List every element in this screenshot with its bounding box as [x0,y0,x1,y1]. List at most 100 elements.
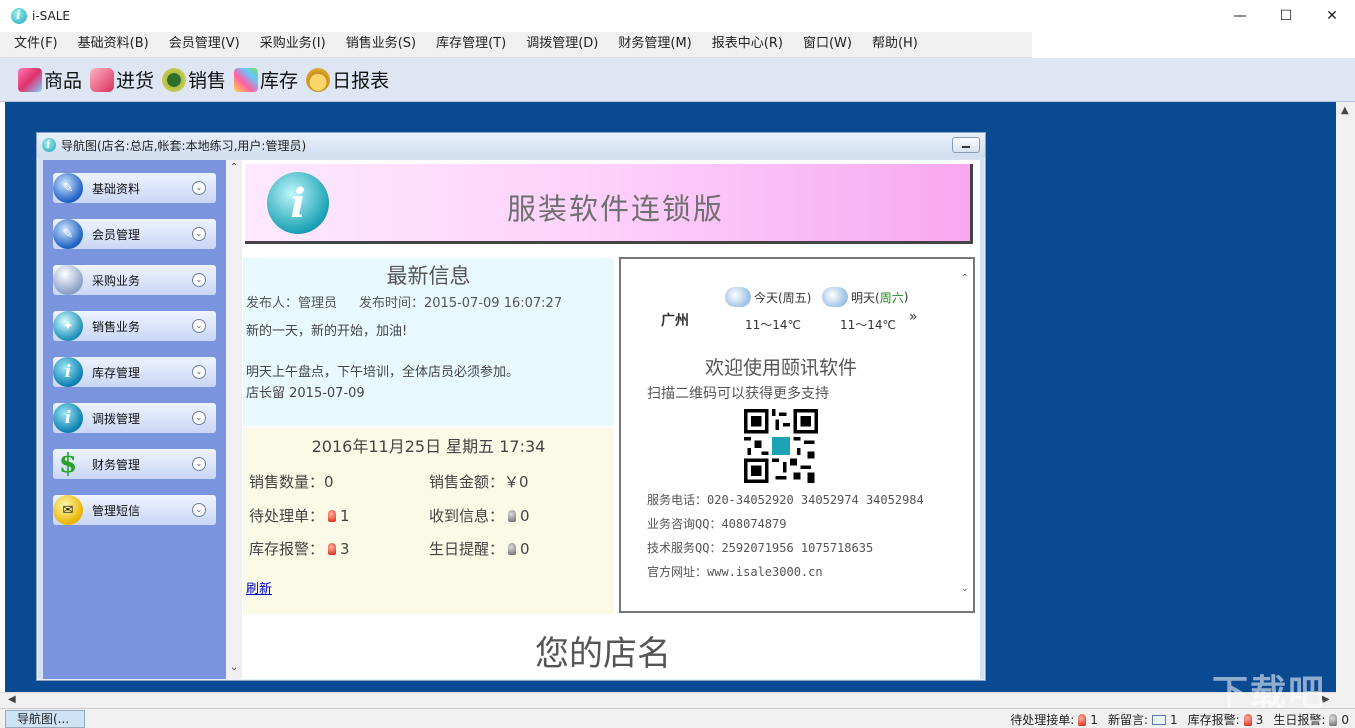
sidebar-item-label: 采购业务 [92,273,141,288]
scroll-up-arrow-icon[interactable]: ⌃ [230,162,238,173]
news-line: 明天上午盘点，下午培训，全体店员必须参加。 [246,365,520,380]
sale-tag-icon [162,67,187,92]
news-publisher: 发布人：管理员 [246,296,338,311]
gray-bulb-icon [1329,713,1338,726]
official-website[interactable]: 官方网址：www.isale3000.cn [647,563,823,580]
chevron-down-icon[interactable]: ⌄ [192,227,206,241]
rain-cloud-icon [822,287,848,307]
news-signature: 店长留 2015-07-09 [246,386,365,401]
content-vertical-scrollbar[interactable]: ⌃ ⌄ [226,160,242,679]
status-stock-alarm[interactable]: 库存报警: 3 [1188,711,1264,728]
pending-orders-label: 待处理单： [249,507,325,525]
menu-sales[interactable]: 销售业务(S) [336,31,426,57]
weather-tomorrow: 明天(周六) [822,287,908,307]
menu-purchase[interactable]: 采购业务(I) [250,31,336,57]
refresh-link[interactable]: 刷新 [246,578,272,597]
menu-member[interactable]: 会员管理(V) [159,31,250,57]
compass-icon: ✦ [53,311,83,341]
stock-alarm[interactable]: 库存报警： 3 [249,538,350,559]
chevron-down-icon[interactable]: ⌄ [192,457,206,471]
business-qq: 业务咨询QQ：408074879 [647,517,787,531]
task-tab-navigation[interactable]: 导航图(... [5,710,85,728]
status-pending-orders[interactable]: 待处理接单: 1 [1010,711,1098,728]
info-icon: i [53,403,83,433]
scroll-up-arrow-icon[interactable]: ⌃ [961,273,969,284]
chevron-down-icon[interactable]: ⌄ [192,365,206,379]
received-messages-label: 收到信息： [429,507,505,525]
workspace-horizontal-scrollbar[interactable]: ◀ ▶ [0,692,1336,708]
weather-today-label: 今天(周五) [754,290,812,305]
sales-amount: 销售金额：￥0 [429,473,529,491]
status-messages-value: 1 [1169,712,1178,727]
sales-button[interactable]: 销售 [162,66,226,93]
menu-finance[interactable]: 财务管理(M) [608,31,701,57]
news-heading: 最新信息 [386,264,471,288]
sidebar-item-label: 调拨管理 [92,411,141,426]
close-button[interactable]: ✕ [1309,0,1355,31]
pending-orders[interactable]: 待处理单： 1 [249,505,350,526]
news-line: 新的一天，新的开始，加油! [246,324,408,339]
status-birthday-alarm[interactable]: 生日报警: 0 [1273,711,1349,728]
welcome-title: 欢迎使用颐讯软件 [704,357,857,379]
status-messages-label: 新留言: [1107,713,1148,727]
navigation-window-titlebar[interactable]: 导航图(店名:总店,帐套:本地练习,用户:管理员) [37,133,985,157]
red-bulb-icon [1243,713,1252,726]
weather-tomorrow-prefix: 明天( [851,290,880,305]
maximize-button[interactable]: ☐ [1263,0,1309,31]
news-panel: 最新信息 发布人：管理员 发布时间：2015-07-09 16:07:27 新的一… [243,258,614,426]
chevron-down-icon[interactable]: ⌄ [192,411,206,425]
menu-inventory[interactable]: 库存管理(T) [426,31,516,57]
sidebar-item-member[interactable]: ✎ 会员管理 ⌄ [53,219,216,249]
sidebar-item-inventory[interactable]: i 库存管理 ⌄ [53,357,216,387]
scroll-up-arrow-icon[interactable]: ▲ [1341,105,1349,116]
menu-file[interactable]: 文件(F) [4,31,68,57]
welcome-panel: 广州 今天(周五) 11～14℃ 明天(周六) 11～14℃ » ⌃ ⌄ 欢迎使… [619,257,975,613]
sidebar-item-sales[interactable]: ✦ 销售业务 ⌄ [53,311,216,341]
sidebar-item-label: 基础资料 [92,181,141,196]
weather-city: 广州 [661,313,689,329]
menu-basic-data[interactable]: 基础资料(B) [68,31,159,57]
purchase-button[interactable]: 进货 [90,66,154,93]
received-messages[interactable]: 收到信息： 0 [429,505,530,526]
workspace-vertical-scrollbar[interactable]: ▲ [1336,102,1355,692]
banner: i 服装软件连锁版 [245,164,973,244]
scroll-down-arrow-icon[interactable]: ⌄ [961,583,969,594]
pen-globe-icon: ✎ [53,173,83,203]
gift-bag-icon [90,67,115,92]
menu-help[interactable]: 帮助(H) [862,31,928,57]
weather-more-button[interactable]: » [909,309,918,325]
scroll-left-arrow-icon[interactable]: ◀ [8,694,16,705]
status-pending-label: 待处理接单: [1010,713,1075,727]
nav-window-minimize-button[interactable] [952,137,980,153]
menu-reports[interactable]: 报表中心(R) [702,31,793,57]
stock-button[interactable]: 库存 [234,66,298,93]
birthday-reminder[interactable]: 生日提醒： 0 [429,538,530,559]
chevron-down-icon[interactable]: ⌄ [192,503,206,517]
sidebar-item-finance[interactable]: $ 财务管理 ⌄ [53,449,216,479]
app-icon [11,7,27,24]
chevron-down-icon[interactable]: ⌄ [192,273,206,287]
weather-today: 今天(周五) [725,287,811,307]
sidebar-item-transfer[interactable]: i 调拨管理 ⌄ [53,403,216,433]
red-bulb-icon [328,509,337,522]
title-bar: i-SALE — ☐ ✕ [0,0,1355,31]
gray-bulb-icon [508,542,517,555]
weather-tomorrow-temp: 11～14℃ [840,318,897,332]
news-time: 发布时间：2015-07-09 16:07:27 [359,296,563,311]
goods-button[interactable]: 商品 [18,66,82,93]
navigation-window-title: 导航图(店名:总店,帐套:本地练习,用户:管理员) [61,138,307,153]
menu-transfer[interactable]: 调拨管理(D) [516,31,608,57]
daily-report-button[interactable]: 日报表 [306,66,389,93]
current-datetime: 2016年11月25日 星期五 17:34 [311,437,546,456]
stock-alarm-value: 3 [340,539,350,558]
sidebar-item-sms[interactable]: ✉ 管理短信 ⌄ [53,495,216,525]
menu-window[interactable]: 窗口(W) [793,31,862,57]
sidebar-item-basic-data[interactable]: ✎ 基础资料 ⌄ [53,173,216,203]
sidebar-item-label: 销售业务 [92,319,141,334]
nav-window-icon [42,138,56,152]
chevron-down-icon[interactable]: ⌄ [192,319,206,333]
chevron-down-icon[interactable]: ⌄ [192,181,206,195]
minimize-button[interactable]: — [1217,0,1263,31]
status-new-messages[interactable]: 新留言: 1 [1108,711,1178,728]
sidebar-item-purchase[interactable]: 采购业务 ⌄ [53,265,216,295]
